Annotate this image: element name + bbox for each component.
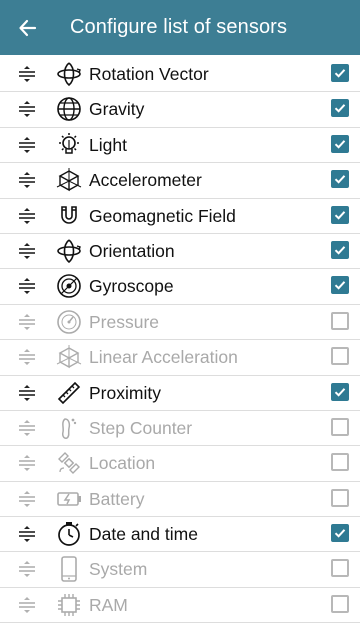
list-item[interactable]: Battery: [0, 482, 360, 518]
list-item[interactable]: Location: [0, 446, 360, 482]
sensor-label: Step Counter: [89, 417, 193, 438]
sensor-label: Proximity: [89, 382, 161, 403]
footprint-icon: [62, 418, 77, 439]
drag-handle-icon[interactable]: [18, 313, 36, 331]
cube-axes-icon: [56, 345, 82, 369]
checkmark-icon: [334, 139, 346, 149]
sensor-checkbox[interactable]: [331, 205, 349, 224]
rotation-icon: [57, 62, 81, 87]
sensor-label: Orientation: [89, 240, 175, 261]
drag-handle-icon[interactable]: [18, 100, 36, 118]
drag-handle-icon[interactable]: [18, 419, 36, 437]
sensor-label: Battery: [89, 488, 145, 509]
sensor-checkbox[interactable]: [331, 170, 349, 189]
sensor-label: Linear Acceleration: [89, 347, 238, 368]
sensor-label: Gravity: [89, 99, 145, 120]
list-item[interactable]: System: [0, 552, 360, 588]
list-item[interactable]: Gyroscope: [0, 269, 360, 305]
drag-handle-icon[interactable]: [18, 277, 36, 295]
checkmark-icon: [334, 175, 346, 184]
drag-handle-icon[interactable]: [18, 136, 36, 154]
checkmark-icon: [334, 281, 346, 290]
sensor-checkbox[interactable]: [331, 99, 349, 118]
sensor-checkbox[interactable]: [331, 453, 349, 472]
sensor-label: Date and time: [89, 524, 198, 545]
phone-icon: [61, 556, 77, 583]
ruler-icon: [57, 381, 81, 404]
drag-handle-icon[interactable]: [18, 207, 36, 225]
sensor-checkbox[interactable]: [331, 134, 349, 153]
gyroscope-icon: [57, 274, 81, 299]
sensor-label: Pressure: [89, 311, 160, 332]
drag-handle-icon[interactable]: [18, 596, 36, 614]
sensor-checkbox[interactable]: [331, 594, 349, 613]
checkmark-icon: [334, 387, 346, 397]
drag-handle-icon[interactable]: [18, 560, 36, 578]
drag-handle-icon[interactable]: [18, 242, 36, 260]
sensor-checkbox[interactable]: [331, 524, 349, 543]
checkmark-icon: [334, 529, 346, 538]
drag-handle-icon[interactable]: [18, 65, 36, 83]
app-bar: Configure list of sensors: [0, 0, 360, 55]
list-item[interactable]: Linear Acceleration: [0, 340, 360, 376]
sensor-checkbox[interactable]: [331, 347, 349, 366]
list-item[interactable]: Step Counter: [0, 411, 360, 447]
drag-handle-icon[interactable]: [18, 171, 36, 189]
list-item[interactable]: Geomagnetic Field: [0, 199, 360, 234]
sensor-list: Rotation Vector Gravity Light Accelerometer…: [0, 57, 360, 623]
list-item[interactable]: Date and time: [0, 517, 360, 553]
checkmark-icon: [334, 210, 346, 220]
sensor-checkbox[interactable]: [331, 64, 349, 82]
sensor-checkbox[interactable]: [331, 417, 349, 436]
checkmark-icon: [334, 69, 346, 78]
sensor-label: Location: [89, 453, 156, 474]
sensor-checkbox[interactable]: [331, 382, 349, 401]
drag-handle-icon[interactable]: [18, 525, 36, 543]
stopwatch-icon: [58, 522, 80, 546]
drag-handle-icon[interactable]: [18, 490, 36, 508]
sensor-label: Gyroscope: [89, 276, 174, 297]
list-item[interactable]: Orientation: [0, 234, 360, 270]
sensor-checkbox[interactable]: [331, 311, 349, 330]
cube-axes-icon: [56, 168, 82, 192]
bulb-icon: [59, 132, 79, 154]
back-button[interactable]: [0, 0, 56, 55]
drag-handle-icon[interactable]: [18, 348, 36, 366]
list-item[interactable]: Gravity: [0, 92, 360, 128]
sensor-checkbox[interactable]: [331, 240, 349, 259]
sensor-label: System: [89, 559, 148, 580]
sensor-label: Rotation Vector: [89, 64, 209, 84]
list-item[interactable]: Accelerometer: [0, 163, 360, 199]
sensor-checkbox[interactable]: [331, 559, 349, 578]
page-title: Configure list of sensors: [70, 16, 288, 38]
drag-handle-icon[interactable]: [18, 454, 36, 472]
globe-icon: [57, 97, 81, 122]
sensor-checkbox[interactable]: [331, 276, 349, 295]
list-item[interactable]: RAM: [0, 588, 360, 623]
list-item[interactable]: Rotation Vector: [0, 57, 360, 93]
list-item[interactable]: Pressure: [0, 305, 360, 341]
arrow-left-icon: [19, 19, 37, 36]
sensor-label: Accelerometer: [89, 170, 202, 191]
battery-icon: [57, 491, 81, 506]
list-item[interactable]: Proximity: [0, 376, 360, 411]
sensor-label: Geomagnetic Field: [89, 205, 236, 226]
magnet-icon: [61, 205, 77, 224]
drag-handle-icon[interactable]: [18, 384, 36, 402]
satellite-icon: [58, 452, 80, 475]
rotation-icon: [57, 239, 81, 263]
sensor-label: Light: [89, 134, 127, 155]
sensor-checkbox[interactable]: [331, 488, 349, 507]
gauge-icon: [57, 309, 81, 334]
checkmark-icon: [334, 246, 346, 255]
sensor-label: RAM: [89, 594, 128, 615]
checkmark-icon: [334, 104, 346, 114]
chip-icon: [58, 593, 80, 616]
list-item[interactable]: Light: [0, 128, 360, 164]
